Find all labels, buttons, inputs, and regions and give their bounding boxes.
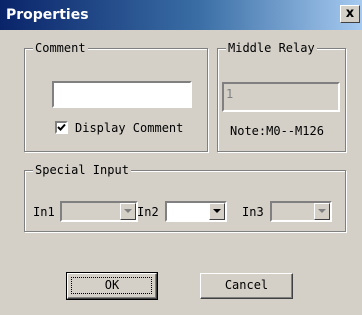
middle-relay-legend: Middle Relay <box>226 40 317 56</box>
display-comment-label: Display Comment <box>75 121 184 135</box>
comment-group-legend: Comment <box>33 40 88 56</box>
in2-dropdown-button[interactable] <box>209 203 225 220</box>
in3-label: In3 <box>242 205 264 219</box>
close-icon: x <box>345 6 355 21</box>
in2-select[interactable] <box>165 201 227 222</box>
chevron-down-icon <box>124 209 132 213</box>
title-bar[interactable]: Properties x <box>0 0 362 30</box>
special-input-group: Special Input In1 In2 In3 <box>24 162 346 232</box>
relay-note: Note:M0--M126 <box>230 124 324 138</box>
in3-dropdown-button[interactable] <box>314 203 330 220</box>
focus-indicator <box>71 277 152 294</box>
in1-select[interactable] <box>60 201 138 222</box>
chevron-down-icon <box>318 209 326 213</box>
in1-dropdown-button[interactable] <box>120 203 136 220</box>
in2-label: In2 <box>137 205 159 219</box>
relay-number-input[interactable]: 1 <box>222 82 340 112</box>
special-input-legend: Special Input <box>33 162 131 178</box>
ok-button[interactable]: OK <box>66 272 158 300</box>
close-button[interactable]: x <box>340 5 360 23</box>
display-comment-checkbox[interactable] <box>55 121 68 134</box>
middle-relay-group: Middle Relay 1 Note:M0--M126 <box>217 40 346 152</box>
chevron-down-icon <box>213 209 221 213</box>
in3-select[interactable] <box>270 201 332 222</box>
comment-input[interactable] <box>52 81 192 108</box>
comment-group: Comment Display Comment <box>24 40 208 152</box>
cancel-button[interactable]: Cancel <box>200 273 293 299</box>
check-icon <box>57 123 66 131</box>
window-title: Properties <box>6 7 89 23</box>
in1-label: In1 <box>33 205 55 219</box>
